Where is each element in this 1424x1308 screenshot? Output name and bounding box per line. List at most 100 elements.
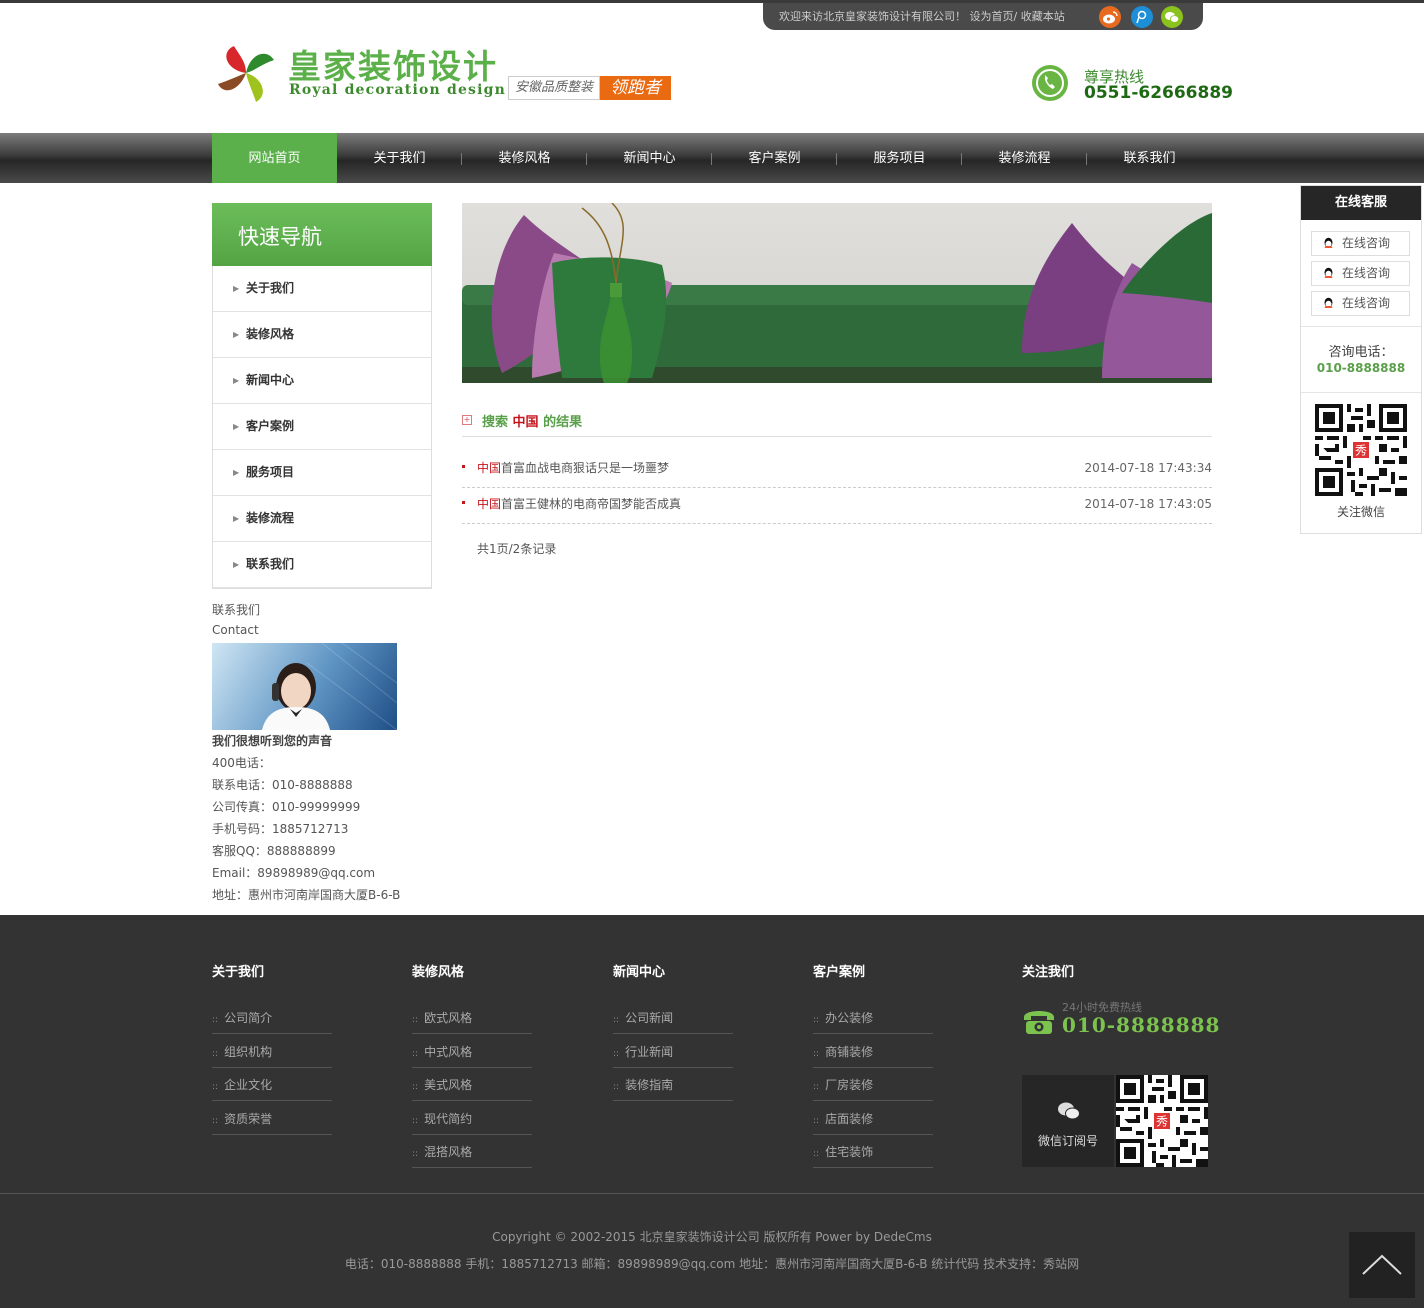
result-keyword: 中国: [477, 497, 502, 511]
online-consult-button[interactable]: 在线咨询: [1311, 261, 1410, 286]
contact-tagline: 我们很想听到您的声音: [212, 734, 333, 748]
footer-link-label: 组织机构: [224, 1045, 273, 1059]
quick-nav-label: 联系我们: [246, 557, 295, 571]
banner-image: [462, 203, 1212, 383]
copyright-line: Copyright © 2002-2015 北京皇家装饰设计公司 版权所有 Po…: [492, 1230, 932, 1244]
footer-link[interactable]: :: 企业文化: [212, 1067, 332, 1101]
quick-nav-header: 快速导航: [212, 203, 432, 266]
qr-code-icon: 秀: [1315, 404, 1407, 496]
wechat-icon[interactable]: [1161, 6, 1183, 28]
wechat-icon: [1058, 1102, 1080, 1120]
arrow-icon: ▶: [233, 376, 240, 385]
quick-nav-item[interactable]: ▶ 关于我们: [213, 266, 431, 312]
consult-label: 在线咨询: [1342, 266, 1391, 280]
nav-label: 新闻中心: [623, 151, 676, 166]
arrow-icon: ▶: [233, 330, 240, 339]
hotline-number: 0551-62666889: [1084, 83, 1233, 103]
nav-item-contact[interactable]: 联系我们: [1087, 133, 1212, 183]
consult-phone: 010-8888888: [1316, 361, 1406, 375]
footer-link[interactable]: :: 店面装修: [813, 1101, 933, 1135]
contact-address: 地址：惠州市河南岸国商大厦B-6-B: [212, 888, 401, 902]
nav-label: 装修流程: [998, 151, 1051, 166]
footer-link-label: 住宅装饰: [825, 1145, 874, 1159]
contact-email: Email：89898989@qq.com: [212, 866, 376, 880]
quick-nav-item[interactable]: ▶ 联系我们: [213, 542, 431, 588]
slogan-text: 安徽品质整装: [508, 76, 601, 100]
arrow-icon: ▶: [233, 284, 240, 293]
contact-info: 我们很想听到您的声音 400电话： 联系电话：010-8888888 公司传真：…: [212, 730, 442, 906]
tencent-weibo-icon[interactable]: [1131, 6, 1153, 28]
main-nav: 网站首页 关于我们 装修风格 新闻中心 客户案例 服务项目 装修流程 联系我们: [0, 133, 1424, 183]
search-result-item: 中国首富血战电商狠话只是一场噩梦 2014-07-18 17:43:34: [462, 452, 1212, 488]
nav-label: 服务项目: [873, 151, 926, 166]
bullet-icon: ::: [412, 1015, 419, 1025]
footer-link[interactable]: :: 住宅装饰: [813, 1134, 933, 1168]
nav-item-styles[interactable]: 装修风格: [462, 133, 587, 183]
quick-nav-item[interactable]: ▶ 客户案例: [213, 404, 431, 450]
consult-phone-label: 咨询电话：: [1328, 345, 1394, 360]
qq-icon: [1324, 267, 1333, 278]
brand-name: 皇家装饰设计: [288, 47, 498, 86]
nav-item-home[interactable]: 网站首页: [212, 133, 337, 183]
bullet-icon: ::: [813, 1049, 820, 1059]
bullet-icon: ::: [412, 1116, 419, 1126]
search-result-heading: 搜索 中国 的结果: [482, 411, 582, 430]
qq-icon: [1324, 237, 1333, 248]
quick-nav-list: ▶ 关于我们 ▶ 装修风格 ▶ 新闻中心 ▶ 客户案例 ▶ 服务项目 ▶ 装修流程 ▶ 联系我…: [212, 266, 432, 589]
quick-nav-item[interactable]: ▶ 服务项目: [213, 450, 431, 496]
contact-mobile: 手机号码：1885712713: [212, 822, 349, 836]
search-result-link[interactable]: 中国首富王健林的电商帝国梦能否成真: [477, 488, 681, 520]
online-consult-button[interactable]: 在线咨询: [1311, 291, 1410, 316]
nav-item-cases[interactable]: 客户案例: [712, 133, 837, 183]
arrow-icon: ▶: [233, 468, 240, 477]
footer-link[interactable]: :: 混搭风格: [412, 1134, 532, 1168]
nav-item-services[interactable]: 服务项目: [837, 133, 962, 183]
online-service-panel: 在线客服 在线咨询 在线咨询 在线咨询 咨询电话： 010-8888888 秀 …: [1300, 185, 1422, 534]
footer-link[interactable]: :: 美式风格: [412, 1067, 532, 1101]
arrow-icon: ▶: [233, 422, 240, 431]
logo-icon[interactable]: [216, 40, 278, 106]
weibo-icon[interactable]: [1099, 6, 1121, 28]
slogan-badge: 领跑者: [600, 76, 672, 100]
nav-item-news[interactable]: 新闻中心: [587, 133, 712, 183]
footer-link-label: 厂房装修: [825, 1078, 874, 1092]
footer-link[interactable]: :: 资质荣誉: [212, 1101, 332, 1135]
bullet-icon: ::: [212, 1015, 219, 1025]
result-title: 首富血战电商狠话只是一场噩梦: [501, 461, 670, 475]
footer-link[interactable]: :: 厂房装修: [813, 1067, 933, 1101]
slogan: 安徽品质整装 领跑者: [508, 76, 672, 100]
back-to-top-icon[interactable]: [1349, 1232, 1415, 1298]
footer-column-title: 客户案例: [813, 965, 866, 980]
footer-link[interactable]: :: 办公装修: [813, 1000, 933, 1034]
bullet-icon: ::: [412, 1049, 419, 1059]
footer-link-label: 商铺装修: [825, 1045, 874, 1059]
nav-item-process[interactable]: 装修流程: [962, 133, 1087, 183]
footer-link[interactable]: :: 商铺装修: [813, 1034, 933, 1068]
quick-nav-label: 服务项目: [246, 465, 295, 479]
footer-link[interactable]: :: 装修指南: [613, 1067, 733, 1101]
footer-column-title: 关于我们: [212, 965, 265, 980]
online-consult-button[interactable]: 在线咨询: [1311, 231, 1410, 256]
footer-link-label: 公司简介: [224, 1011, 273, 1025]
quick-nav-label: 新闻中心: [246, 373, 295, 387]
quick-nav-item[interactable]: ▶ 装修流程: [213, 496, 431, 542]
footer-link[interactable]: :: 行业新闻: [613, 1034, 733, 1068]
footer-link[interactable]: :: 中式风格: [412, 1034, 532, 1068]
footer-link[interactable]: :: 组织机构: [212, 1034, 332, 1068]
quick-nav-label: 关于我们: [246, 281, 295, 295]
search-keyword: 中国: [512, 415, 539, 430]
footer-link-label: 现代简约: [424, 1112, 473, 1126]
favorite-link[interactable]: 收藏本站: [1021, 10, 1065, 23]
qq-icon: [1324, 297, 1333, 308]
footer-link-label: 公司新闻: [625, 1011, 674, 1025]
search-result-link[interactable]: 中国首富血战电商狠话只是一场噩梦: [477, 452, 669, 484]
quick-nav-item[interactable]: ▶ 装修风格: [213, 312, 431, 358]
footer-link[interactable]: :: 公司新闻: [613, 1000, 733, 1034]
footer-link[interactable]: :: 公司简介: [212, 1000, 332, 1034]
nav-item-about[interactable]: 关于我们: [337, 133, 462, 183]
set-home-link[interactable]: 设为首页: [970, 10, 1014, 23]
arrow-icon: ▶: [233, 560, 240, 569]
footer-link[interactable]: :: 现代简约: [412, 1101, 532, 1135]
footer-link[interactable]: :: 欧式风格: [412, 1000, 532, 1034]
quick-nav-item[interactable]: ▶ 新闻中心: [213, 358, 431, 404]
